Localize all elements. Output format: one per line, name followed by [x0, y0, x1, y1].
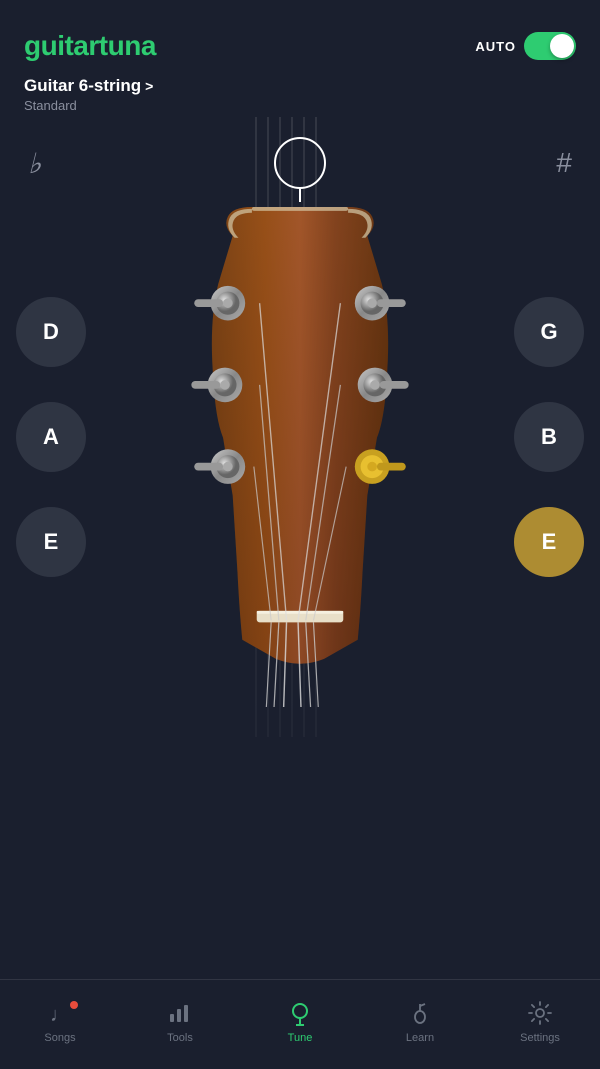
auto-toggle-container[interactable]: AUTO: [475, 32, 576, 60]
app-logo: guitartuna: [24, 30, 156, 62]
needle-pointer: [299, 188, 301, 202]
settings-label: Settings: [520, 1032, 560, 1044]
tuning-name: Standard: [24, 98, 576, 113]
nav-item-settings[interactable]: Settings: [480, 999, 600, 1050]
tuner-area: ♭ #: [0, 117, 600, 737]
string-button-a[interactable]: A: [16, 402, 86, 472]
string-button-e-low[interactable]: E: [16, 507, 86, 577]
logo-guitar: guitar: [24, 30, 99, 61]
tuner-needle: [274, 137, 326, 202]
nav-item-songs[interactable]: ♩ Songs: [0, 999, 120, 1050]
instrument-chevron-icon: >: [145, 78, 153, 94]
toggle-knob: [550, 34, 574, 58]
instrument-selector[interactable]: Guitar 6-string > Standard: [0, 72, 600, 117]
nav-item-tune[interactable]: Tune: [240, 999, 360, 1050]
songs-notification-dot: [70, 1001, 78, 1009]
learn-label: Learn: [406, 1032, 434, 1044]
auto-toggle-switch[interactable]: [524, 32, 576, 60]
string-button-d[interactable]: D: [16, 297, 86, 367]
needle-circle: [274, 137, 326, 189]
settings-icon: [526, 999, 554, 1027]
bottom-navigation: ♩ Songs Tools Tune: [0, 979, 600, 1069]
logo-tuna: tuna: [99, 30, 156, 61]
songs-label: Songs: [44, 1032, 75, 1044]
auto-label: AUTO: [475, 39, 516, 54]
tools-label: Tools: [167, 1032, 193, 1044]
tune-label: Tune: [288, 1032, 313, 1044]
string-button-b[interactable]: B: [514, 402, 584, 472]
string-button-e-high[interactable]: E: [514, 507, 584, 577]
nav-item-tools[interactable]: Tools: [120, 999, 240, 1050]
tune-icon: [286, 999, 314, 1027]
header: guitartuna AUTO: [0, 0, 600, 72]
instrument-name[interactable]: Guitar 6-string >: [24, 76, 576, 96]
svg-text:♩: ♩: [50, 1004, 70, 1026]
string-buttons: D A E G B E: [0, 207, 600, 687]
nav-item-learn[interactable]: Learn: [360, 999, 480, 1050]
tools-icon: [166, 999, 194, 1027]
string-button-g[interactable]: G: [514, 297, 584, 367]
learn-icon: [406, 999, 434, 1027]
instrument-name-text: Guitar 6-string: [24, 76, 141, 96]
